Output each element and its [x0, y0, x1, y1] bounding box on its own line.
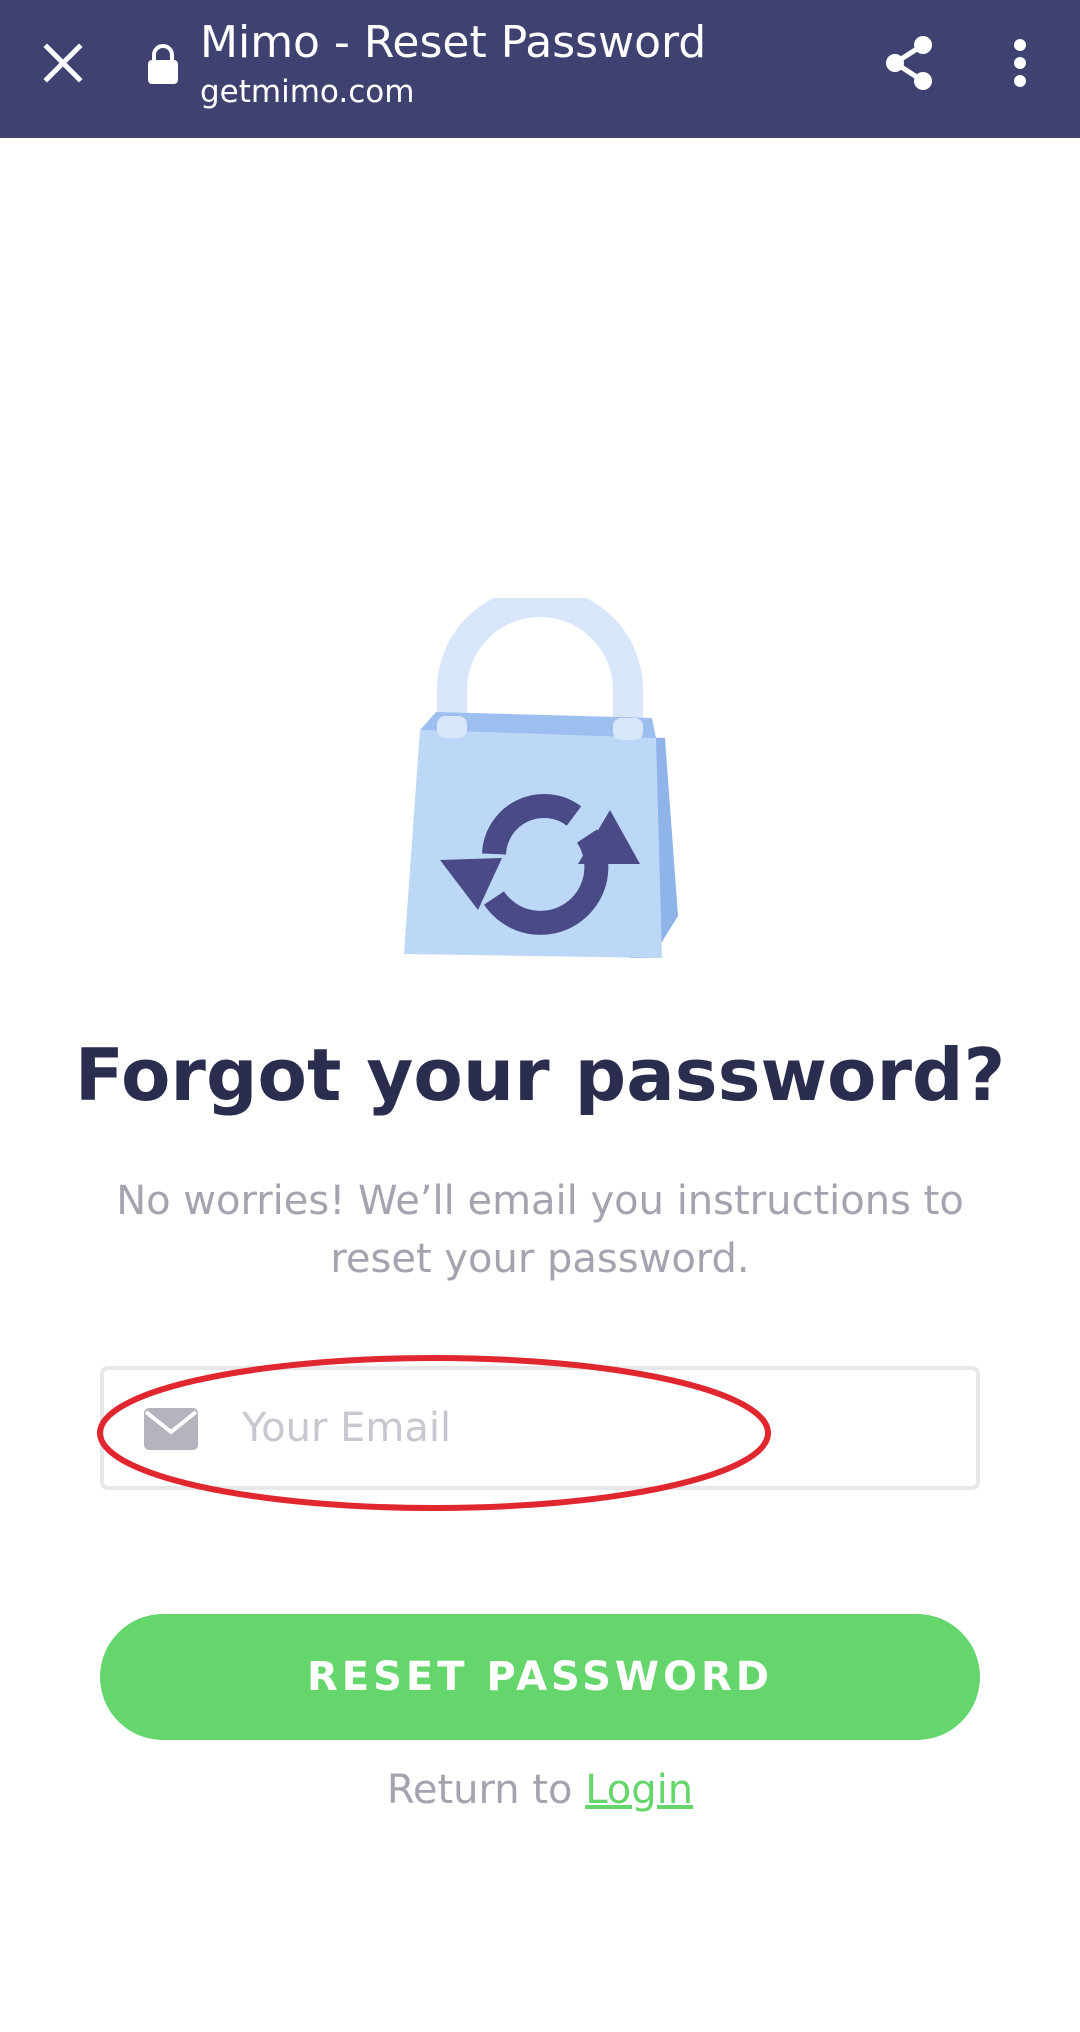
lock-icon: [148, 44, 178, 84]
share-button[interactable]: [876, 30, 942, 96]
page-title: Mimo - Reset Password: [200, 17, 707, 68]
email-input[interactable]: [242, 1390, 942, 1466]
page-url[interactable]: getmimo.com: [200, 72, 414, 112]
reset-password-button[interactable]: RESET PASSWORD: [100, 1614, 980, 1740]
forgot-password-heading: Forgot your password?: [74, 1033, 1006, 1117]
browser-toolbar: Mimo - Reset Password getmimo.com: [0, 0, 1080, 138]
return-text: Return to: [386, 1767, 573, 1813]
share-icon: [886, 36, 932, 90]
mail-icon: [144, 1408, 198, 1450]
padlock-reset-icon: [404, 598, 678, 958]
return-to-login: Return to Login: [0, 1762, 1080, 1818]
more-vertical-icon: [1014, 39, 1026, 87]
close-icon: [43, 43, 83, 83]
email-field[interactable]: [100, 1366, 980, 1490]
instructions-text: No worries! We’ll email you instructions…: [116, 1178, 964, 1282]
login-link[interactable]: Login: [585, 1767, 693, 1813]
close-button[interactable]: [30, 30, 96, 96]
more-options-button[interactable]: [990, 30, 1050, 96]
